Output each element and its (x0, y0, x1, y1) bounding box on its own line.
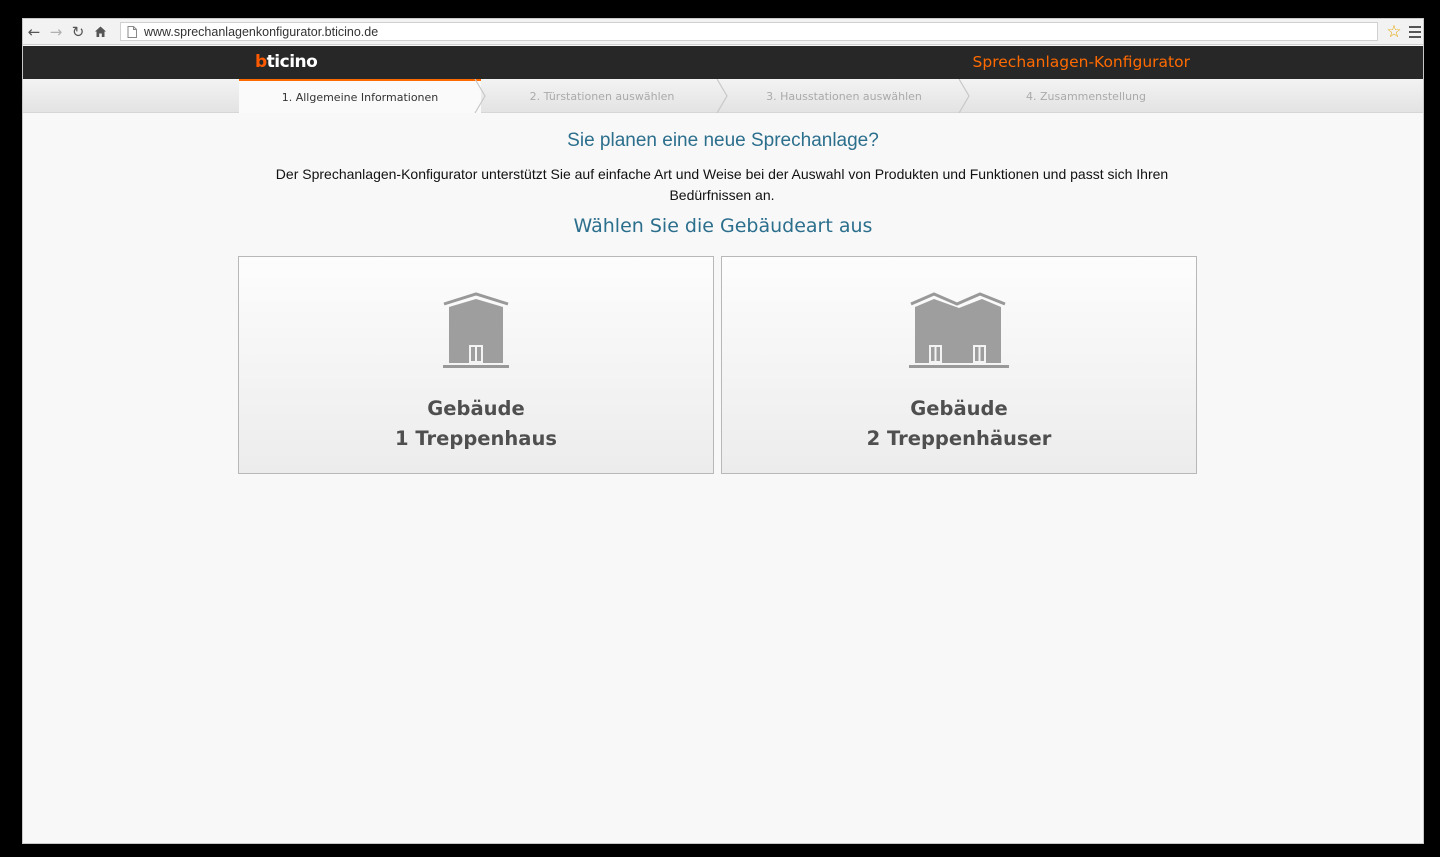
site-header: bticino Sprechanlagen-Konfigurator (23, 46, 1423, 79)
step-1-general-information[interactable]: 1. Allgemeine Informationen (239, 79, 481, 113)
page-icon (125, 24, 139, 39)
address-bar[interactable]: www.sprechanlagenkonfigurator.bticino.de (120, 22, 1378, 41)
main-content: Sie planen eine neue Sprechanlage? Der S… (23, 114, 1423, 843)
building-one-staircase-card[interactable]: Gebäude 1 Treppenhaus (238, 256, 714, 474)
step-navigation: 1. Allgemeine Informationen 2. Türstatio… (23, 79, 1423, 113)
double-building-icon (722, 291, 1196, 373)
intro-text: Der Sprechanlagen-Konfigurator unterstüt… (275, 166, 1169, 203)
step-2-door-stations[interactable]: 2. Türstationen auswählen (481, 79, 723, 113)
single-building-icon (239, 291, 713, 373)
bookmark-star-icon[interactable]: ☆ (1383, 21, 1405, 43)
building-type-heading: Wählen Sie die Gebäudeart aus (573, 215, 873, 237)
menu-icon[interactable] (1409, 22, 1423, 42)
browser-toolbar: ← → ↻ www.sprechanlagenkonfigurator.btic… (23, 19, 1423, 45)
step-3-house-stations[interactable]: 3. Hausstationen auswählen (723, 79, 965, 113)
back-icon[interactable]: ← (23, 21, 45, 43)
card-title: Gebäude (910, 397, 1008, 420)
home-icon[interactable] (89, 21, 111, 43)
building-two-staircases-card[interactable]: Gebäude 2 Treppenhäuser (721, 256, 1197, 474)
headline: Sie planen eine neue Sprechanlage? (567, 130, 879, 151)
card-title: Gebäude (427, 397, 525, 420)
browser-window: ← → ↻ www.sprechanlagenkonfigurator.btic… (22, 18, 1424, 844)
page-title: Sprechanlagen-Konfigurator (972, 53, 1190, 71)
reload-icon[interactable]: ↻ (67, 21, 89, 43)
url-text[interactable]: www.sprechanlagenkonfigurator.bticino.de (144, 25, 378, 39)
card-subtitle: 2 Treppenhäuser (866, 427, 1052, 450)
forward-icon[interactable]: → (45, 21, 67, 43)
card-subtitle: 1 Treppenhaus (395, 427, 557, 450)
step-4-summary[interactable]: 4. Zusammenstellung (965, 79, 1207, 113)
bticino-logo[interactable]: bticino (255, 52, 318, 72)
